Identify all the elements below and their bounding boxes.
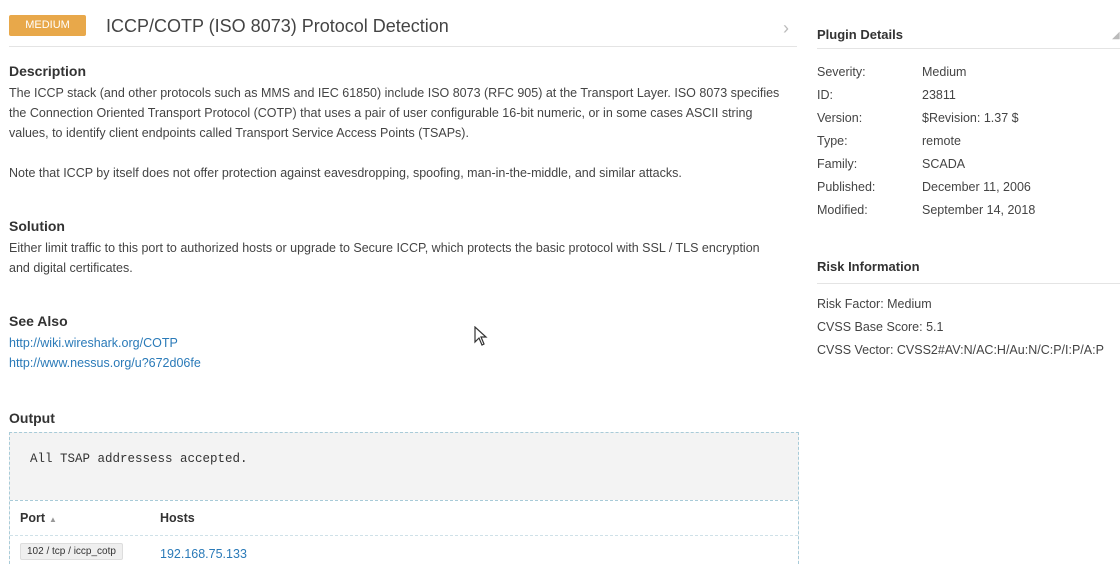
see-also-link-row-2: http://www.nessus.org/u?672d06fe: [9, 353, 794, 373]
divider: [817, 283, 1120, 284]
detail-value-type: remote: [922, 134, 961, 148]
column-header-port-label: Port: [20, 511, 45, 525]
detail-value-id: 23811: [922, 88, 956, 102]
risk-information-heading: Risk Information: [817, 259, 920, 274]
mouse-cursor-icon: [474, 325, 488, 351]
detail-key-type: Type:: [817, 134, 848, 148]
collapse-caret-icon[interactable]: ◢: [1112, 30, 1120, 41]
column-header-port[interactable]: Port ▲: [20, 511, 57, 525]
port-badge[interactable]: 102 / tcp / iccp_cotp: [20, 543, 123, 560]
row-divider: [10, 535, 798, 536]
description-line-3: values, to identify client endpoints cal…: [9, 126, 469, 140]
divider: [817, 48, 1120, 49]
see-also-link-nessus[interactable]: http://www.nessus.org/u?672d06fe: [9, 356, 201, 370]
output-panel: All TSAP addressess accepted. Port ▲ Host…: [9, 432, 799, 564]
description-note: Note that ICCP by itself does not offer …: [9, 166, 682, 180]
see-also-heading: See Also: [9, 313, 68, 329]
see-also-link-wireshark[interactable]: http://wiki.wireshark.org/COTP: [9, 336, 178, 350]
detail-value-version: $Revision: 1.37 $: [922, 111, 1019, 125]
description-line-1: The ICCP stack (and other protocols such…: [9, 86, 780, 100]
column-header-hosts[interactable]: Hosts: [160, 511, 195, 525]
detail-value-published: December 11, 2006: [922, 180, 1031, 194]
output-table: Port ▲ Hosts 102 / tcp / iccp_cotp 192.16…: [10, 500, 798, 564]
plugin-title-bar: MEDIUM ICCP/COTP (ISO 8073) Protocol Det…: [9, 0, 797, 47]
detail-value-severity: Medium: [922, 65, 967, 79]
risk-factor: Risk Factor: Medium: [817, 297, 932, 311]
severity-badge: MEDIUM: [9, 15, 86, 36]
host-link[interactable]: 192.168.75.133: [160, 547, 247, 561]
see-also-link-row-1: http://wiki.wireshark.org/COTP: [9, 333, 794, 353]
detail-key-version: Version:: [817, 111, 863, 125]
detail-key-published: Published:: [817, 180, 876, 194]
chevron-right-icon[interactable]: ›: [783, 18, 789, 39]
solution-line-2: and digital certificates.: [9, 261, 133, 275]
plugin-main-panel: MEDIUM ICCP/COTP (ISO 8073) Protocol Det…: [9, 0, 799, 564]
cvss-base-score: CVSS Base Score: 5.1: [817, 320, 944, 334]
description-heading: Description: [9, 63, 87, 79]
detail-value-family: SCADA: [922, 157, 966, 171]
plugin-details-heading: Plugin Details: [817, 27, 903, 42]
detail-key-family: Family:: [817, 157, 858, 171]
output-heading: Output: [9, 410, 55, 426]
detail-key-id: ID:: [817, 88, 833, 102]
solution-line-1: Either limit traffic to this port to aut…: [9, 241, 760, 255]
detail-value-modified: September 14, 2018: [922, 203, 1036, 217]
page-title: ICCP/COTP (ISO 8073) Protocol Detection: [106, 16, 449, 36]
solution-heading: Solution: [9, 218, 65, 234]
detail-key-severity: Severity:: [817, 65, 866, 79]
detail-key-modified: Modified:: [817, 203, 868, 217]
sort-asc-icon[interactable]: ▲: [49, 515, 57, 524]
output-text: All TSAP addressess accepted.: [30, 452, 248, 466]
cvss-vector: CVSS Vector: CVSS2#AV:N/AC:H/Au:N/C:P/I:…: [817, 343, 1104, 357]
description-line-2: the Connection Oriented Transport Protoc…: [9, 106, 753, 120]
